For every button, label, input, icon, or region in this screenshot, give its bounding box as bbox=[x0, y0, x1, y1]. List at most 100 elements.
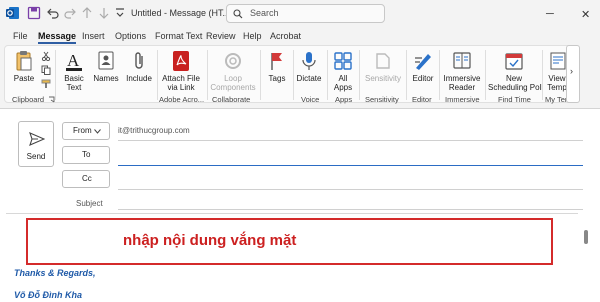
loop-label-2: Components bbox=[210, 83, 256, 92]
cc-field[interactable] bbox=[118, 189, 583, 190]
redo-icon[interactable] bbox=[63, 6, 77, 20]
outlook-icon bbox=[6, 7, 19, 19]
sensitivity-icon bbox=[376, 53, 390, 69]
tags-button[interactable]: Tags bbox=[265, 50, 289, 83]
templates-icon bbox=[550, 52, 566, 70]
send-button[interactable]: Send bbox=[18, 121, 54, 167]
title-bar: Untitled - Message (HT... Search ─ ✕ bbox=[0, 0, 600, 28]
flag-icon bbox=[271, 53, 282, 70]
all-apps-button[interactable]: All Apps bbox=[330, 50, 356, 92]
dictate-button[interactable]: Dictate bbox=[295, 50, 323, 83]
ribbon-divider bbox=[327, 50, 328, 100]
group-label-collaborate: Collaborate bbox=[212, 95, 251, 104]
editor-pen-icon bbox=[415, 54, 431, 70]
microphone-icon bbox=[302, 52, 316, 70]
arrow-down-icon[interactable] bbox=[97, 6, 111, 20]
tab-file[interactable]: File bbox=[13, 31, 28, 41]
basic-text-label-2: Text bbox=[66, 83, 82, 92]
ribbon-divider bbox=[359, 50, 360, 100]
view-label-1: View bbox=[548, 74, 566, 83]
font-icon: A bbox=[66, 51, 82, 71]
attach-label-1: Attach File bbox=[162, 74, 200, 83]
from-button[interactable]: From bbox=[62, 122, 110, 140]
tab-acrobat[interactable]: Acrobat bbox=[270, 31, 301, 41]
immersive-label-1: Immersive bbox=[443, 74, 481, 83]
names-button[interactable]: Names bbox=[93, 50, 119, 83]
editor-button[interactable]: Editor bbox=[409, 50, 437, 83]
copy-icon[interactable] bbox=[41, 65, 51, 75]
save-icon[interactable] bbox=[27, 6, 41, 20]
tags-label: Tags bbox=[268, 74, 286, 83]
to-label: To bbox=[82, 150, 91, 159]
adobe-acrobat-icon bbox=[173, 51, 189, 71]
immersive-label-2: Reader bbox=[448, 83, 476, 92]
attach-label-2: via Link bbox=[167, 83, 195, 92]
tab-message[interactable]: Message bbox=[38, 31, 77, 44]
group-label-apps: Apps bbox=[335, 95, 353, 104]
scheduling-label-1: New bbox=[505, 74, 522, 83]
loop-components-button[interactable]: Loop Components bbox=[210, 50, 256, 92]
search-input[interactable]: Search bbox=[226, 4, 385, 23]
paste-label: Paste bbox=[13, 74, 35, 83]
tab-insert[interactable]: Insert bbox=[82, 31, 105, 41]
clipboard-icon bbox=[16, 51, 32, 71]
ribbon-divider bbox=[406, 50, 407, 100]
apps-label-1: All bbox=[338, 74, 348, 83]
arrow-up-icon[interactable] bbox=[80, 6, 94, 20]
subject-field[interactable] bbox=[118, 209, 583, 210]
ribbon-divider bbox=[542, 50, 543, 100]
tab-review[interactable]: Review bbox=[206, 31, 236, 41]
basic-text-button[interactable]: A Basic Text bbox=[59, 50, 89, 92]
dialog-launcher-icon[interactable] bbox=[48, 96, 55, 103]
subject-label: Subject bbox=[76, 199, 103, 208]
signature-greeting: Thanks & Regards, bbox=[14, 268, 96, 278]
search-placeholder: Search bbox=[250, 8, 279, 18]
to-field[interactable] bbox=[118, 165, 583, 166]
names-label: Names bbox=[93, 74, 119, 83]
tab-format-text[interactable]: Format Text bbox=[155, 31, 202, 41]
chevron-down-icon bbox=[94, 129, 101, 134]
new-scheduling-poll-button[interactable]: New Scheduling Poll bbox=[488, 50, 544, 92]
paperclip-icon bbox=[135, 52, 143, 69]
address-book-icon bbox=[98, 51, 114, 70]
group-label-immersive: Immersive bbox=[445, 95, 480, 104]
format-painter-icon[interactable] bbox=[41, 79, 51, 89]
tab-help[interactable]: Help bbox=[243, 31, 262, 41]
ribbon-divider bbox=[260, 50, 261, 100]
ribbon-divider bbox=[157, 50, 158, 100]
cut-icon[interactable] bbox=[41, 51, 51, 61]
customize-toolbar-icon[interactable] bbox=[113, 6, 127, 20]
sensitivity-label: Sensitivity bbox=[364, 74, 401, 83]
loop-icon bbox=[225, 53, 241, 69]
from-field-line bbox=[118, 140, 583, 141]
attach-file-via-link-button[interactable]: Attach File via Link bbox=[159, 50, 203, 92]
window-title: Untitled - Message (HT... bbox=[131, 8, 231, 18]
paste-button[interactable]: Paste bbox=[11, 50, 37, 83]
send-icon bbox=[29, 132, 45, 146]
ribbon-divider bbox=[485, 50, 486, 100]
from-address: it@trithucgroup.com bbox=[118, 126, 190, 135]
ribbon-divider bbox=[293, 50, 294, 100]
cc-button[interactable]: Cc bbox=[62, 170, 110, 188]
view-label-2: Temp bbox=[547, 83, 567, 92]
to-button[interactable]: To bbox=[62, 146, 110, 164]
minimize-button[interactable]: ─ bbox=[546, 8, 554, 20]
undo-icon[interactable] bbox=[46, 6, 60, 20]
include-button[interactable]: Include bbox=[124, 50, 154, 83]
basic-text-label-1: Basic bbox=[64, 74, 84, 83]
close-button[interactable]: ✕ bbox=[581, 8, 590, 21]
annotation-box: nhập nội dung vắng mặt bbox=[26, 218, 553, 265]
svg-text:A: A bbox=[67, 51, 80, 70]
immersive-reader-button[interactable]: Immersive Reader bbox=[442, 50, 482, 92]
from-label: From bbox=[73, 126, 92, 135]
body-scrollbar[interactable] bbox=[582, 222, 590, 302]
tab-options[interactable]: Options bbox=[115, 31, 146, 41]
group-label-clipboard: Clipboard bbox=[12, 95, 45, 104]
ribbon-divider bbox=[439, 50, 440, 100]
ribbon-divider bbox=[55, 50, 56, 100]
scrollbar-thumb[interactable] bbox=[584, 230, 588, 244]
sensitivity-button[interactable]: Sensitivity bbox=[362, 50, 404, 83]
scheduling-label-2: Scheduling Poll bbox=[488, 83, 544, 92]
ribbon-scroll-right-button[interactable]: › bbox=[566, 45, 580, 103]
immersive-reader-icon bbox=[453, 52, 471, 69]
